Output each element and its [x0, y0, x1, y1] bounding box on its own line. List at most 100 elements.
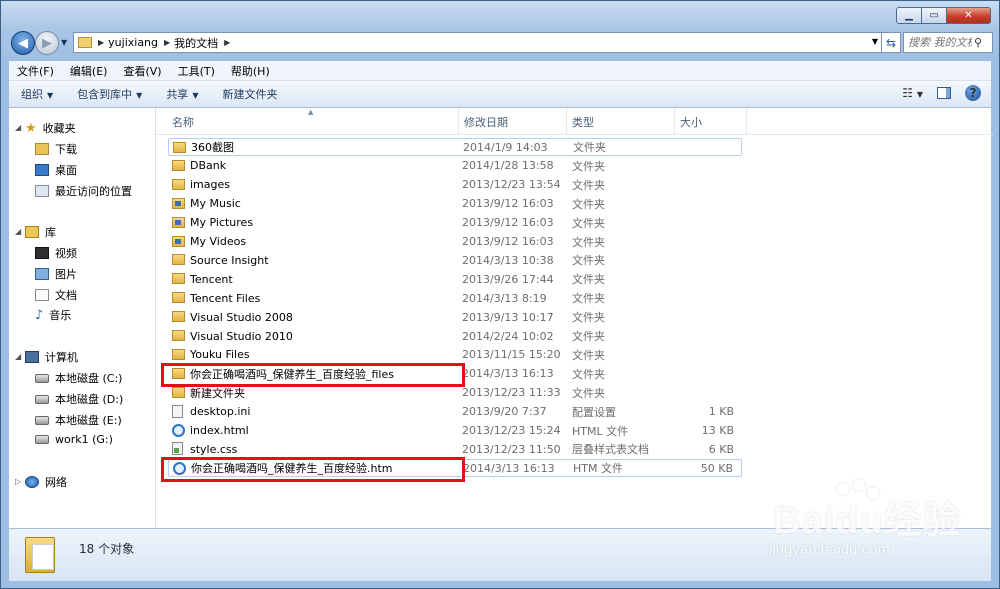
nav-pictures[interactable]: 图片 [35, 266, 77, 282]
special-folder-icon [172, 235, 185, 247]
search-input[interactable] [904, 35, 974, 50]
column-name[interactable]: 名称 [172, 114, 194, 130]
file-row[interactable]: Visual Studio 2008 2013/9/13 10:17 文件夹 [168, 308, 742, 326]
file-row[interactable]: 360截图 2014/1/9 14:03 文件夹 [168, 138, 742, 156]
nav-videos[interactable]: 视频 [35, 245, 77, 261]
folder-icon [172, 386, 185, 398]
file-type: 文件夹 [572, 292, 605, 306]
file-row[interactable]: My Music 2013/9/12 16:03 文件夹 [168, 195, 742, 213]
column-size[interactable]: 大小 [680, 114, 702, 130]
forward-button[interactable]: ▶ [35, 31, 59, 55]
nav-network[interactable]: 网络 [25, 474, 67, 490]
breadcrumb-documents[interactable]: 我的文档 [170, 35, 224, 51]
address-history-dropdown[interactable]: ▼ [872, 37, 878, 46]
expand-icon[interactable]: ▷ [15, 477, 21, 486]
file-name: Tencent Files [190, 291, 261, 305]
drive-icon [35, 373, 49, 383]
file-size: 13 KB [701, 424, 734, 437]
nav-drive-d[interactable]: 本地磁盘 (D:) [35, 391, 123, 407]
file-type: 文件夹 [572, 197, 605, 211]
file-date: 2014/3/13 16:13 [462, 367, 554, 381]
file-type: 文件夹 [572, 348, 605, 362]
nav-label: 本地磁盘 (D:) [55, 393, 124, 406]
column-date[interactable]: 修改日期 [464, 114, 508, 130]
menu-edit[interactable]: 编辑(E) [62, 63, 116, 79]
organize-label: 组织 [21, 88, 43, 101]
file-name: My Music [190, 197, 241, 211]
nav-music[interactable]: ♪ 音乐 [35, 307, 71, 323]
file-name: My Pictures [190, 216, 254, 230]
share-button[interactable]: 共享 ▼ [154, 86, 210, 102]
file-name: Visual Studio 2010 [190, 329, 293, 343]
menu-view[interactable]: 查看(V) [115, 63, 169, 79]
file-row[interactable]: My Videos 2013/9/12 16:03 文件夹 [168, 233, 742, 251]
navigation-pane: ◢ ★ 收藏夹 下载 桌面 最近访问的位置 ◢ 库 视频 图片 文档 ♪ 音乐 … [9, 108, 156, 528]
breadcrumb-user[interactable]: yujixiang [104, 36, 164, 49]
search-box[interactable]: ⚲ [903, 32, 993, 53]
file-row[interactable]: Tencent Files 2014/3/13 8:19 文件夹 [168, 289, 742, 307]
window-controls: ▁ ▭ ✕ [896, 7, 991, 24]
menu-bar: 文件(F) 编辑(E) 查看(V) 工具(T) 帮助(H) [9, 61, 991, 81]
column-divider[interactable] [458, 108, 459, 134]
include-library-button[interactable]: 包含到库中 ▼ [65, 86, 154, 102]
view-options-icon[interactable]: ☷ ▼ [902, 86, 923, 100]
recent-pages-dropdown[interactable]: ▼ [61, 38, 67, 47]
nav-drive-c[interactable]: 本地磁盘 (C:) [35, 370, 122, 386]
column-divider[interactable] [566, 108, 567, 134]
file-row[interactable]: style.css 2013/12/23 11:50 层叠样式表文档 6 KB [168, 440, 742, 458]
help-icon[interactable]: ? [965, 85, 981, 101]
network-icon [25, 476, 39, 488]
nav-label: work1 (G:) [55, 433, 113, 446]
nav-recent[interactable]: 最近访问的位置 [35, 183, 132, 199]
address-bar[interactable]: ▶ yujixiang ▶ 我的文档 ▶ ▼ [73, 32, 885, 53]
nav-drive-g[interactable]: work1 (G:) [35, 433, 113, 446]
column-divider[interactable] [674, 108, 675, 134]
folder-icon [78, 37, 92, 48]
file-name: 360截图 [191, 141, 234, 154]
nav-libraries[interactable]: 库 [25, 224, 56, 240]
folder-icon [172, 330, 185, 341]
nav-documents[interactable]: 文档 [35, 287, 77, 303]
nav-computer[interactable]: 计算机 [25, 349, 78, 365]
menu-file[interactable]: 文件(F) [9, 63, 62, 79]
nav-label: 最近访问的位置 [55, 185, 132, 198]
menu-tools[interactable]: 工具(T) [170, 63, 223, 79]
collapse-icon[interactable]: ◢ [15, 352, 21, 361]
organize-button[interactable]: 组织 ▼ [9, 86, 65, 102]
file-row[interactable]: index.html 2013/12/23 15:24 HTML 文件 13 KB [168, 422, 742, 440]
file-row[interactable]: images 2013/12/23 13:54 文件夹 [168, 176, 742, 194]
file-date: 2013/12/23 15:24 [462, 424, 561, 437]
file-row[interactable]: Youku Files 2013/11/15 15:20 文件夹 [168, 346, 742, 364]
folder-icon [25, 537, 55, 573]
nav-drive-e[interactable]: 本地磁盘 (E:) [35, 412, 122, 428]
close-button[interactable]: ✕ [946, 7, 991, 24]
back-button[interactable]: ◀ [11, 31, 35, 55]
chevron-right-icon[interactable]: ▶ [224, 38, 230, 47]
column-type[interactable]: 类型 [572, 114, 594, 130]
file-row[interactable]: My Pictures 2013/9/12 16:03 文件夹 [168, 214, 742, 232]
new-folder-button[interactable]: 新建文件夹 [210, 86, 289, 102]
file-name: My Videos [190, 235, 247, 248]
desktop-icon [35, 164, 49, 176]
refresh-button[interactable]: ⇆ [881, 32, 901, 53]
collapse-icon[interactable]: ◢ [15, 123, 21, 132]
file-date: 2013/11/15 15:20 [462, 348, 561, 362]
maximize-button[interactable]: ▭ [921, 7, 947, 24]
file-row[interactable]: Source Insight 2014/3/13 10:38 文件夹 [168, 251, 742, 269]
nav-favorites[interactable]: ★ 收藏夹 [25, 120, 76, 136]
file-row[interactable]: Tencent 2013/9/26 17:44 文件夹 [168, 270, 742, 288]
folder-icon [172, 311, 185, 323]
search-icon[interactable]: ⚲ [974, 36, 982, 49]
nav-desktop[interactable]: 桌面 [35, 162, 77, 178]
preview-pane-icon[interactable] [937, 87, 951, 99]
watermark-logo: Baidu经验 [773, 500, 962, 542]
sort-ascending-icon: ▲ [308, 108, 314, 116]
nav-downloads[interactable]: 下载 [35, 141, 77, 157]
file-row[interactable]: DBank 2014/1/28 13:58 文件夹 [168, 157, 742, 175]
menu-help[interactable]: 帮助(H) [223, 63, 278, 79]
minimize-button[interactable]: ▁ [896, 7, 922, 24]
collapse-icon[interactable]: ◢ [15, 227, 21, 236]
column-divider[interactable] [746, 108, 747, 134]
file-row[interactable]: desktop.ini 2013/9/20 7:37 配置设置 1 KB [168, 403, 742, 421]
file-row[interactable]: Visual Studio 2010 2014/2/24 10:02 文件夹 [168, 327, 742, 345]
